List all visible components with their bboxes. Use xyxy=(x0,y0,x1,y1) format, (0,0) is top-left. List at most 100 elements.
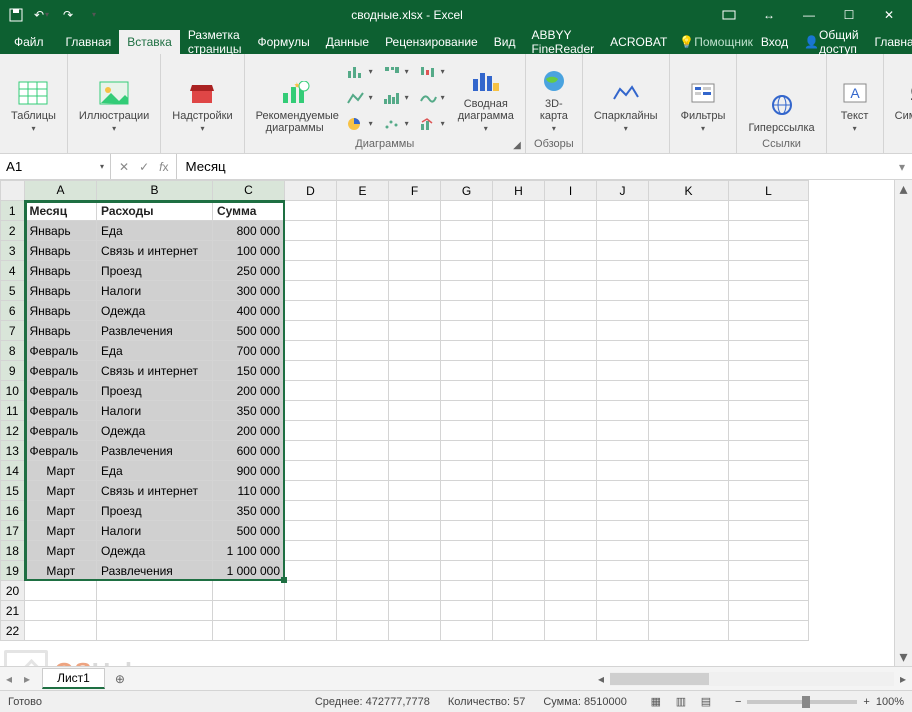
redo-icon[interactable]: ↷ xyxy=(60,8,76,22)
cell-4-C[interactable]: 250 000 xyxy=(213,261,285,281)
maximize-icon[interactable]: ☐ xyxy=(832,0,866,30)
col-header-H[interactable]: H xyxy=(493,181,545,201)
share-button[interactable]: 👤 Общий доступ xyxy=(796,30,866,54)
surface-chart-button[interactable]: ▾ xyxy=(417,87,447,109)
recommended-charts-button[interactable]: Рекомендуемые диаграммы xyxy=(251,58,339,137)
name-box-dropdown-icon[interactable]: ▾ xyxy=(94,163,110,171)
3d-map-button[interactable]: 3D-карта ▾ xyxy=(532,58,576,137)
close-icon[interactable]: ✕ xyxy=(872,0,906,30)
ribbon-display-icon[interactable] xyxy=(712,0,746,30)
sheet-nav-prev-icon[interactable]: ◂ xyxy=(0,672,18,686)
pie-chart-button[interactable]: ▾ xyxy=(345,113,375,135)
row-header-21[interactable]: 21 xyxy=(1,601,25,621)
zoom-control[interactable]: − + 100% xyxy=(735,696,904,708)
horizontal-scrollbar[interactable]: ◂ ▸ xyxy=(592,672,912,686)
cell-8-B[interactable]: Еда xyxy=(97,341,213,361)
row-header-4[interactable]: 4 xyxy=(1,261,25,281)
page-layout-view-icon[interactable]: ▥ xyxy=(670,695,692,708)
cancel-formula-icon[interactable]: ✕ xyxy=(119,160,129,174)
cell-9-B[interactable]: Связь и интернет xyxy=(97,361,213,381)
row-header-19[interactable]: 19 xyxy=(1,561,25,581)
cell-header-1[interactable]: Расходы xyxy=(97,201,213,221)
col-header-C[interactable]: C xyxy=(213,181,285,201)
cell-7-C[interactable]: 500 000 xyxy=(213,321,285,341)
addins-button[interactable]: Надстройки▾ xyxy=(167,58,237,137)
expand-formula-bar-icon[interactable]: ▾ xyxy=(892,154,912,179)
scroll-right-icon[interactable]: ▸ xyxy=(894,672,912,686)
col-header-B[interactable]: B xyxy=(97,181,213,201)
tab-1[interactable]: Вставка xyxy=(119,30,180,54)
row-header-16[interactable]: 16 xyxy=(1,501,25,521)
normal-view-icon[interactable]: ▦ xyxy=(645,695,667,708)
cell-15-C[interactable]: 110 000 xyxy=(213,481,285,501)
zoom-level[interactable]: 100% xyxy=(876,696,904,708)
cell-3-C[interactable]: 100 000 xyxy=(213,241,285,261)
scroll-down-icon[interactable]: ▾ xyxy=(895,648,912,666)
cell-4-B[interactable]: Проезд xyxy=(97,261,213,281)
zoom-in-icon[interactable]: + xyxy=(863,696,869,708)
cell-13-B[interactable]: Развлечения xyxy=(97,441,213,461)
tab-5[interactable]: Рецензирование xyxy=(377,30,486,54)
cell-15-B[interactable]: Связь и интернет xyxy=(97,481,213,501)
touch-mode-icon[interactable]: ↔ xyxy=(752,0,786,30)
row-header-11[interactable]: 11 xyxy=(1,401,25,421)
row-header-12[interactable]: 12 xyxy=(1,421,25,441)
scroll-left-icon[interactable]: ◂ xyxy=(592,672,610,686)
col-header-J[interactable]: J xyxy=(597,181,649,201)
tab-2[interactable]: Разметка страницы xyxy=(180,30,250,54)
col-header-I[interactable]: I xyxy=(545,181,597,201)
tab-8[interactable]: ACROBAT xyxy=(602,30,675,54)
row-header-5[interactable]: 5 xyxy=(1,281,25,301)
cell-12-C[interactable]: 200 000 xyxy=(213,421,285,441)
dialog-launcher-icon[interactable]: ◢ xyxy=(513,140,521,151)
tab-6[interactable]: Вид xyxy=(486,30,524,54)
cell-11-A[interactable]: Февраль xyxy=(25,401,97,421)
cell-17-A[interactable]: Март xyxy=(25,521,97,541)
filters-button[interactable]: Фильтры▾ xyxy=(676,58,731,137)
cell-10-C[interactable]: 200 000 xyxy=(213,381,285,401)
cell-7-A[interactable]: Январь xyxy=(25,321,97,341)
tab-главная[interactable]: Главная xyxy=(867,30,912,54)
cell-13-C[interactable]: 600 000 xyxy=(213,441,285,461)
cell-18-B[interactable]: Одежда xyxy=(97,541,213,561)
tables-button[interactable]: Таблицы▾ xyxy=(6,58,61,137)
cell-5-A[interactable]: Январь xyxy=(25,281,97,301)
cell-10-A[interactable]: Февраль xyxy=(25,381,97,401)
row-header-10[interactable]: 10 xyxy=(1,381,25,401)
hierarchy-chart-button[interactable]: ▾ xyxy=(381,61,411,83)
enter-formula-icon[interactable]: ✓ xyxy=(139,160,149,174)
cell-header-2[interactable]: Сумма xyxy=(213,201,285,221)
tab-3[interactable]: Формулы xyxy=(249,30,317,54)
cell-16-C[interactable]: 350 000 xyxy=(213,501,285,521)
cell-6-B[interactable]: Одежда xyxy=(97,301,213,321)
cell-5-C[interactable]: 300 000 xyxy=(213,281,285,301)
cell-16-A[interactable]: Март xyxy=(25,501,97,521)
row-header-8[interactable]: 8 xyxy=(1,341,25,361)
cell-11-C[interactable]: 350 000 xyxy=(213,401,285,421)
tab-7[interactable]: ABBYY FineReader xyxy=(523,30,602,54)
col-header-F[interactable]: F xyxy=(389,181,441,201)
tab-4[interactable]: Данные xyxy=(318,30,377,54)
cell-9-C[interactable]: 150 000 xyxy=(213,361,285,381)
row-header-2[interactable]: 2 xyxy=(1,221,25,241)
cell-18-C[interactable]: 1 100 000 xyxy=(213,541,285,561)
save-icon[interactable] xyxy=(8,8,24,22)
cell-19-C[interactable]: 1 000 000 xyxy=(213,561,285,581)
cell-header-0[interactable]: Месяц xyxy=(25,201,97,221)
cell-19-A[interactable]: Март xyxy=(25,561,97,581)
col-header-A[interactable]: A xyxy=(25,181,97,201)
row-header-9[interactable]: 9 xyxy=(1,361,25,381)
cell-14-B[interactable]: Еда xyxy=(97,461,213,481)
scatter-chart-button[interactable]: ▾ xyxy=(381,113,411,135)
cell-19-B[interactable]: Развлечения xyxy=(97,561,213,581)
row-header-18[interactable]: 18 xyxy=(1,541,25,561)
spreadsheet-grid[interactable]: ABCDEFGHIJKL1МесяцРасходыСумма2ЯнварьЕда… xyxy=(0,180,809,641)
cell-2-B[interactable]: Еда xyxy=(97,221,213,241)
cell-3-A[interactable]: Январь xyxy=(25,241,97,261)
symbols-button[interactable]: Ω Символы▾ xyxy=(890,58,912,137)
add-sheet-icon[interactable]: ⊕ xyxy=(105,672,135,686)
tell-me[interactable]: 💡 Помощник xyxy=(679,30,753,54)
column-chart-button[interactable]: ▾ xyxy=(345,61,375,83)
illustrations-button[interactable]: Иллюстрации▾ xyxy=(74,58,154,137)
cell-12-B[interactable]: Одежда xyxy=(97,421,213,441)
